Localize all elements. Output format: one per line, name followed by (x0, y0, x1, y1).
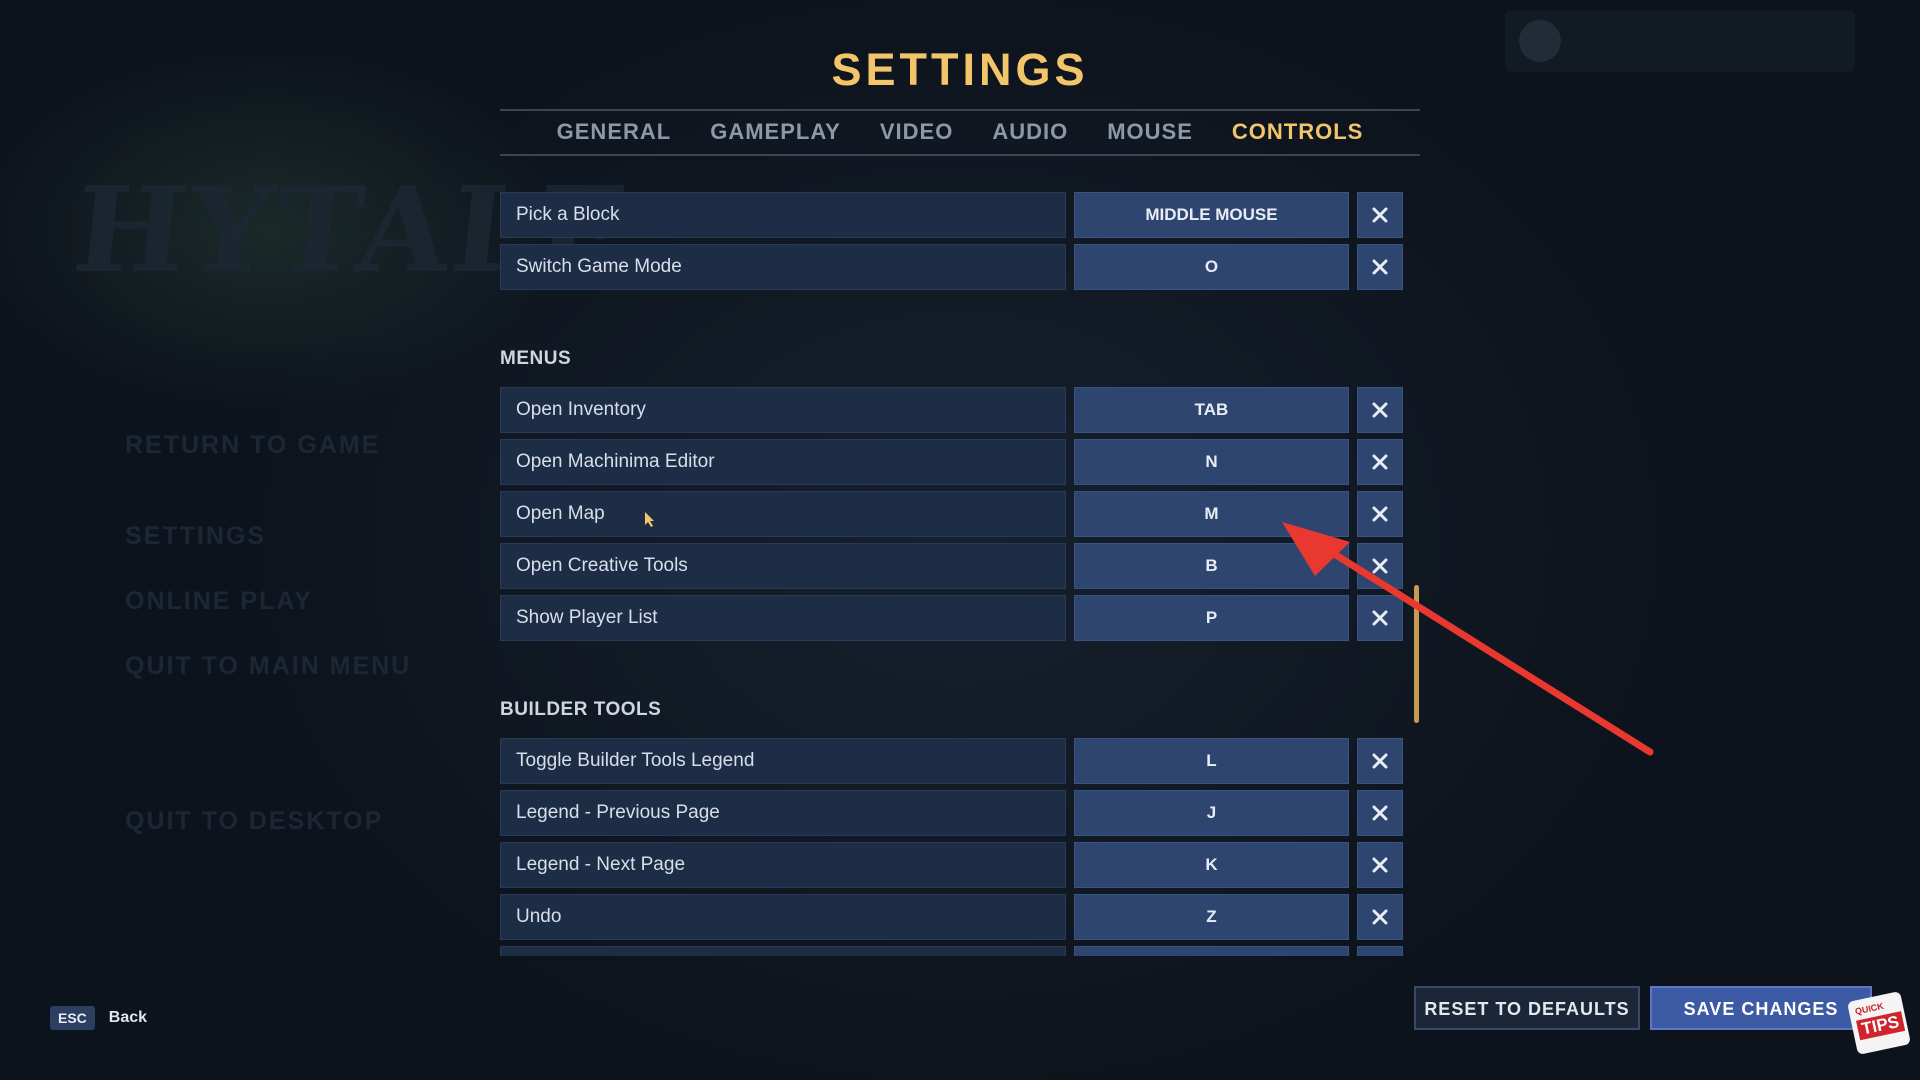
badge-bottom-text: TIPS (1856, 1011, 1905, 1041)
game-screen: HYTALE RETURN TO GAME SETTINGS ONLINE PL… (0, 0, 1920, 1080)
mouse-cursor-icon (645, 512, 654, 527)
badge-top-text: QUICK (1854, 1000, 1885, 1017)
red-arrow-annotation (1282, 522, 1654, 756)
annotation-overlay (645, 512, 1654, 756)
quick-tips-badge: QUICK TIPS (1846, 990, 1912, 1056)
